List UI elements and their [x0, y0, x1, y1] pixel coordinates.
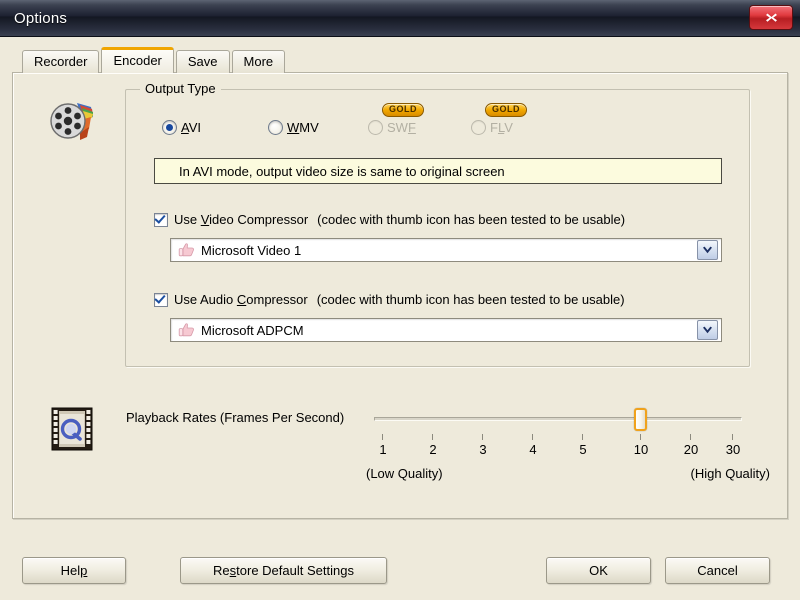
slider-tick [732, 434, 733, 440]
video-compressor-label: Use Video Compressor [174, 212, 309, 227]
use-video-compressor-checkbox[interactable]: Use Video Compressor (codec with thumb i… [154, 212, 625, 227]
close-button[interactable] [749, 5, 793, 30]
dialog-footer: Help Restore Default Settings OK Cancel [0, 544, 800, 600]
audio-compressor-hint: (codec with thumb icon has been tested t… [316, 292, 625, 307]
slider-tick-label: 2 [429, 442, 437, 457]
slider-tick [532, 434, 533, 440]
slider-ticks [374, 434, 742, 442]
slider-tick [640, 434, 641, 440]
radio-flv-label: FLV [490, 120, 513, 135]
slider-tick [432, 434, 433, 440]
ok-button[interactable]: OK [546, 557, 651, 584]
slider-tick-label: 10 [633, 442, 649, 457]
radio-flv[interactable]: GOLD FLV [471, 103, 527, 135]
slider-tick-label: 30 [725, 442, 741, 457]
radio-swf[interactable]: GOLD SWF [368, 103, 424, 135]
use-audio-compressor-checkbox[interactable]: Use Audio Compressor (codec with thumb i… [154, 292, 625, 307]
video-codec-dropdown-button[interactable] [697, 240, 718, 260]
playback-rates-label: Playback Rates (Frames Per Second) [126, 410, 345, 425]
video-compressor-hint: (codec with thumb icon has been tested t… [317, 212, 626, 227]
slider-thumb[interactable] [634, 408, 647, 431]
playback-rates-slider[interactable]: 1 2 3 4 5 10 20 30 (Low Quality) (High Q… [366, 408, 770, 508]
close-icon [765, 13, 777, 22]
radio-avi-indicator [162, 120, 177, 135]
gold-badge-flv: GOLD [485, 103, 527, 117]
slider-tick [582, 434, 583, 440]
slider-tick [482, 434, 483, 440]
output-info-message: In AVI mode, output video size is same t… [154, 158, 722, 184]
help-button-label: Help [60, 563, 88, 578]
slider-tick-label: 20 [683, 442, 699, 457]
output-type-groupbox: Output Type AVI WMV GOLD SWF GOLD FLV In… [125, 81, 750, 367]
video-codec-combobox[interactable]: Microsoft Video 1 [170, 238, 722, 262]
radio-swf-indicator [368, 120, 383, 135]
title-bar: Options [0, 0, 800, 37]
slider-high-quality-label: (High Quality) [690, 466, 770, 481]
tab-more[interactable]: More [231, 50, 286, 73]
options-dialog: Options Recorder Encoder Save More Outpu… [0, 0, 800, 600]
film-strip-play-icon [51, 407, 93, 451]
help-button[interactable]: Help [22, 557, 126, 584]
audio-codec-dropdown-button[interactable] [697, 320, 718, 340]
cancel-button[interactable]: Cancel [665, 557, 770, 584]
tab-strip: Recorder Encoder Save More [12, 47, 788, 73]
tab-encoder[interactable]: Encoder [101, 47, 174, 73]
chevron-down-icon [703, 246, 712, 254]
audio-codec-value: Microsoft ADPCM [201, 322, 304, 338]
slider-tick-label: 5 [579, 442, 587, 457]
radio-wmv[interactable]: WMV [268, 120, 319, 135]
slider-tick [690, 434, 691, 440]
output-type-title: Output Type [140, 81, 221, 96]
radio-avi-label: AVI [181, 120, 202, 135]
tab-recorder[interactable]: Recorder [22, 50, 100, 73]
tab-save[interactable]: Save [175, 50, 230, 73]
radio-wmv-indicator [268, 120, 283, 135]
slider-low-quality-label: (Low Quality) [366, 466, 443, 481]
video-codec-value: Microsoft Video 1 [201, 242, 302, 258]
audio-compressor-check-indicator [154, 292, 168, 307]
dialog-client-area: Recorder Encoder Save More Output Type A… [0, 37, 800, 544]
encoder-tab-panel: Output Type AVI WMV GOLD SWF GOLD FLV In… [12, 72, 788, 519]
film-reel-brush-icon [50, 103, 93, 140]
audio-codec-combobox[interactable]: Microsoft ADPCM [170, 318, 722, 342]
gold-badge-swf: GOLD [382, 103, 424, 117]
slider-tick [382, 434, 383, 440]
output-info-text: In AVI mode, output video size is same t… [179, 163, 505, 179]
radio-avi[interactable]: AVI [162, 120, 201, 135]
radio-flv-indicator [471, 120, 486, 135]
radio-wmv-label: WMV [287, 120, 319, 135]
restore-default-settings-button[interactable]: Restore Default Settings [180, 557, 387, 584]
radio-swf-label: SWF [387, 120, 416, 135]
output-type-radio-group: AVI WMV GOLD SWF GOLD FLV [126, 103, 749, 146]
slider-track[interactable] [374, 417, 742, 421]
slider-tick-labels: 1 2 3 4 5 10 20 30 [374, 442, 742, 460]
chevron-down-icon [703, 326, 712, 334]
video-compressor-check-indicator [154, 212, 168, 227]
slider-tick-label: 1 [379, 442, 387, 457]
slider-tick-label: 4 [529, 442, 537, 457]
audio-compressor-label: Use Audio Compressor [174, 292, 308, 307]
restore-button-label: Restore Default Settings [213, 563, 354, 578]
thumbs-up-icon [178, 243, 194, 257]
slider-tick-label: 3 [479, 442, 487, 457]
thumbs-up-icon [178, 323, 194, 337]
window-title: Options [14, 9, 68, 27]
